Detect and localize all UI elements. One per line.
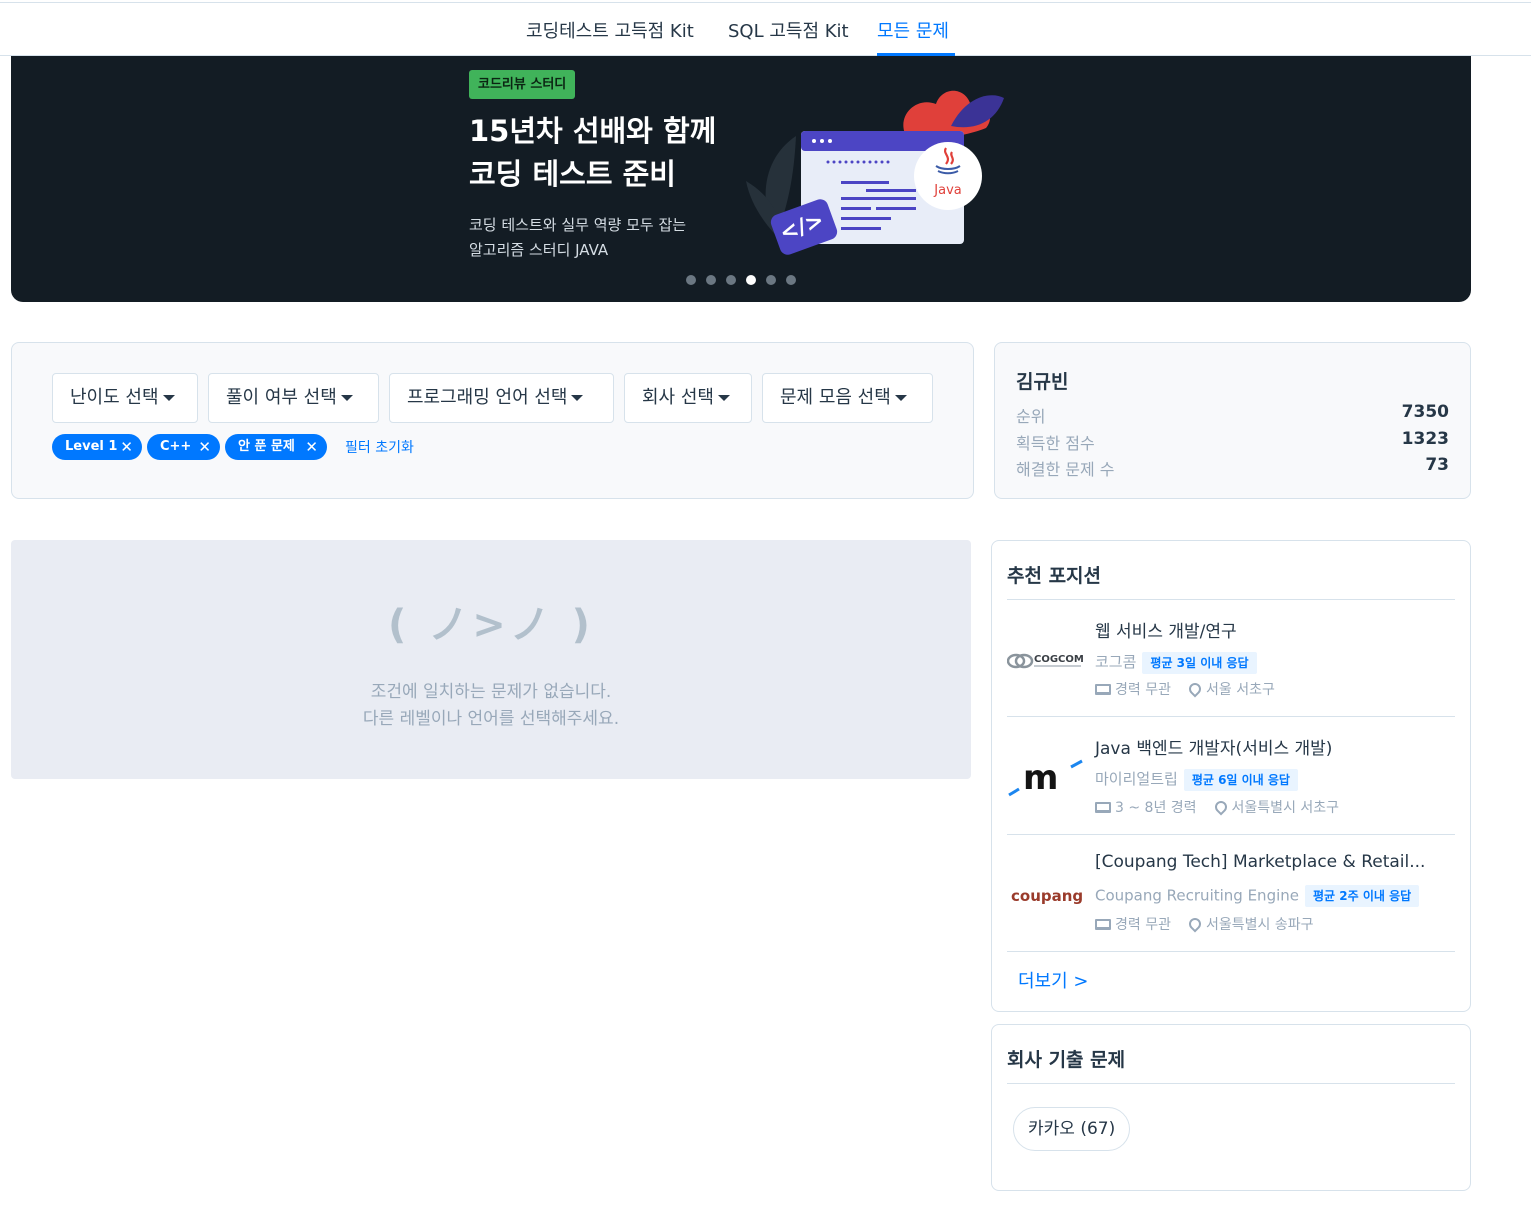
location-pin-icon <box>1186 915 1204 933</box>
divider <box>1007 599 1455 600</box>
tab-all-problems[interactable]: 모든 문제 <box>877 17 949 43</box>
company-logo-cogcom: COGCOM <box>1007 653 1083 669</box>
laptop-icon <box>1095 802 1111 813</box>
job-meta: 3 ~ 8년 경력 서울특별시 서초구 <box>1095 797 1339 817</box>
slide-dot-6[interactable] <box>786 275 796 285</box>
company-problems-card: 회사 기출 문제 카카오 (67) <box>991 1024 1471 1191</box>
empty-kaomoji: ( ノ>ノ ) <box>388 602 594 648</box>
solved-status-dropdown-label: 풀이 여부 선택 <box>226 387 337 408</box>
code-window-illustration: </> Java <box>746 90 1004 255</box>
job-company: 코그콤 <box>1095 653 1137 671</box>
java-logo-circle <box>914 142 982 210</box>
recommended-positions-card: 추천 포지션 COGCOM 웹 서비스 개발/연구 코그콤 평균 3일 이내 응답… <box>991 540 1471 1012</box>
difficulty-dropdown[interactable]: 난이도 선택 <box>52 373 198 423</box>
filter-panel: 난이도 선택 풀이 여부 선택 프로그래밍 언어 선택 회사 선택 문제 모음 … <box>11 342 974 499</box>
job-company: 마이리얼트립 <box>1095 770 1178 788</box>
tab-coding-test-kit[interactable]: 코딩테스트 고득점 Kit <box>526 17 694 43</box>
response-time-badge: 평균 2주 이내 응답 <box>1305 885 1420 907</box>
company-logo-coupang: coupang <box>1011 887 1083 905</box>
recommended-positions-title: 추천 포지션 <box>1007 565 1102 587</box>
company-dropdown[interactable]: 회사 선택 <box>624 373 752 423</box>
empty-message-line2: 다른 레벨이나 언어를 선택해주세요. <box>362 709 620 729</box>
language-dropdown[interactable]: 프로그래밍 언어 선택 <box>389 373 614 423</box>
banner-title: 15년차 선배와 함께 코딩 테스트 준비 <box>469 114 717 191</box>
company-dropdown-label: 회사 선택 <box>642 387 714 408</box>
language-dropdown-label: 프로그래밍 언어 선택 <box>407 387 568 408</box>
job-title[interactable]: Java 백엔드 개발자(서비스 개발) <box>1095 734 1332 759</box>
response-time-badge: 평균 6일 이내 응답 <box>1183 768 1298 791</box>
job-company-line: Coupang Recruiting Engine 평균 2주 이내 응답 <box>1095 885 1420 907</box>
caret-down-icon <box>571 395 584 401</box>
filter-chip-label: C++ <box>160 439 192 454</box>
caret-down-icon <box>894 395 907 401</box>
location-pin-icon <box>1186 680 1204 698</box>
reset-filters-link[interactable]: 필터 초기화 <box>345 437 414 457</box>
java-label: Java <box>933 183 961 198</box>
job-experience: 3 ~ 8년 경력 <box>1115 800 1197 816</box>
divider <box>1007 834 1455 835</box>
company-chip-kakao[interactable]: 카카오 (67) <box>1013 1107 1131 1151</box>
filter-chip-label: Level 1 <box>65 439 118 454</box>
company-problems-title: 회사 기출 문제 <box>1007 1049 1126 1071</box>
laptop-icon <box>1095 684 1111 695</box>
slide-dot-2[interactable] <box>706 275 716 285</box>
collection-dropdown[interactable]: 문제 모음 선택 <box>762 373 933 423</box>
job-experience: 경력 무관 <box>1115 682 1171 698</box>
difficulty-dropdown-label: 난이도 선택 <box>70 387 159 408</box>
tab-sql-kit[interactable]: SQL 고득점 Kit <box>728 17 849 43</box>
job-company-line: 마이리얼트립 평균 6일 이내 응답 <box>1095 768 1298 791</box>
filter-chip-unsolved[interactable]: 안 푼 문제 ✕ <box>225 434 327 460</box>
slide-dot-3[interactable] <box>726 275 736 285</box>
score-value: 1323 <box>1401 429 1449 449</box>
job-location: 서울 서초구 <box>1205 682 1275 698</box>
company-logo-myrealtrip: m <box>1008 758 1083 797</box>
job-meta: 경력 무관 서울 서초구 <box>1095 679 1275 699</box>
divider <box>1007 716 1455 717</box>
rank-label: 순위 <box>1016 407 1046 426</box>
collection-dropdown-label: 문제 모음 선택 <box>780 387 891 408</box>
top-nav: 코딩테스트 고득점 Kit SQL 고득점 Kit 모든 문제 <box>0 2 1531 56</box>
caret-down-icon <box>162 395 175 401</box>
job-title[interactable]: [Coupang Tech] Marketplace & Retail... <box>1095 852 1425 872</box>
job-experience: 경력 무관 <box>1115 917 1171 933</box>
empty-message-line1: 조건에 일치하는 문제가 없습니다. <box>370 682 612 702</box>
logo-text: m <box>1023 758 1058 797</box>
logo-text: COGCOM <box>1034 654 1083 665</box>
job-title[interactable]: 웹 서비스 개발/연구 <box>1095 617 1237 642</box>
user-summary-card: 김규빈 순위 7350 획득한 점수 1323 해결한 문제 수 73 <box>994 342 1471 499</box>
score-label: 획득한 점수 <box>1016 434 1095 453</box>
promo-banner[interactable]: 코드리뷰 스터디 15년차 선배와 함께 코딩 테스트 준비 코딩 테스트와 실… <box>11 56 1471 302</box>
more-positions-link[interactable]: 더보기 > <box>1018 967 1088 993</box>
slide-dot-4[interactable] <box>746 275 756 285</box>
laptop-icon <box>1095 919 1111 930</box>
rank-value: 7350 <box>1401 402 1449 422</box>
caret-down-icon <box>340 395 353 401</box>
job-company-line: 코그콤 평균 3일 이내 응답 <box>1095 651 1257 674</box>
response-time-badge: 평균 3일 이내 응답 <box>1142 651 1257 674</box>
banner-subtitle: 코딩 테스트와 실무 역량 모두 잡는 알고리즘 스터디 JAVA <box>469 216 687 259</box>
solved-status-dropdown[interactable]: 풀이 여부 선택 <box>208 373 379 423</box>
job-meta: 경력 무관 서울특별시 송파구 <box>1095 914 1313 934</box>
filter-chip-level1[interactable]: Level 1 ✕ <box>52 434 142 460</box>
close-icon[interactable]: ✕ <box>198 434 211 460</box>
divider <box>1007 1083 1455 1084</box>
close-icon[interactable]: ✕ <box>305 434 318 460</box>
empty-results: ( ノ>ノ ) 조건에 일치하는 문제가 없습니다. 다른 레벨이나 언어를 선… <box>11 540 971 779</box>
caret-down-icon <box>717 395 730 401</box>
job-location: 서울특별시 송파구 <box>1205 917 1314 933</box>
location-pin-icon <box>1212 798 1230 816</box>
slide-dot-1[interactable] <box>686 275 696 285</box>
solved-count-label: 해결한 문제 수 <box>1016 460 1115 479</box>
job-location: 서울특별시 서초구 <box>1231 800 1340 816</box>
solved-count-value: 73 <box>1425 455 1449 475</box>
user-name: 김규빈 <box>1016 371 1069 393</box>
close-icon[interactable]: ✕ <box>120 434 133 460</box>
study-badge: 코드리뷰 스터디 <box>469 70 576 99</box>
job-company: Coupang Recruiting Engine <box>1095 886 1299 905</box>
logo-text: coupang <box>1011 887 1083 905</box>
slide-dot-5[interactable] <box>766 275 776 285</box>
filter-chip-label: 안 푼 문제 <box>238 439 295 454</box>
divider <box>1007 951 1455 952</box>
filter-chip-cpp[interactable]: C++ ✕ <box>147 434 220 460</box>
